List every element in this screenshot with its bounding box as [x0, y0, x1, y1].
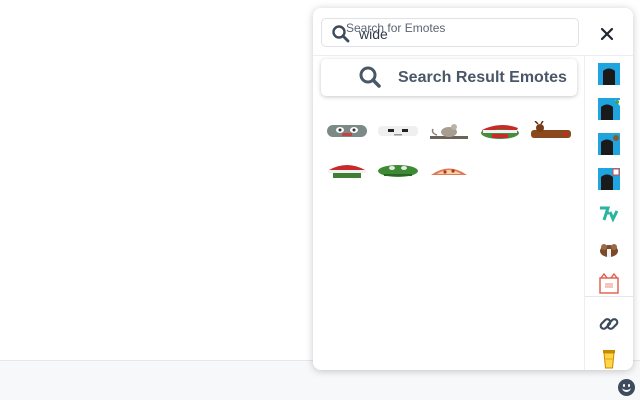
link-icon[interactable]: [598, 313, 620, 335]
emote-set-rail: [584, 56, 633, 370]
rail-divider: [585, 296, 633, 297]
emote-wide-rat[interactable]: [427, 121, 471, 141]
results-area: Search Result Emotes: [313, 56, 584, 370]
calendar-cat-icon[interactable]: [598, 273, 620, 295]
search-icon: [359, 66, 381, 88]
search-input[interactable]: [359, 25, 559, 43]
emote-wide-santa-hat[interactable]: [325, 160, 369, 180]
emote-wide-monka[interactable]: [325, 121, 369, 141]
emote-menu-button[interactable]: [618, 379, 635, 396]
page: Search for Emotes Search Result Emotes: [0, 0, 640, 400]
emote-wide-reindeer[interactable]: [529, 121, 573, 141]
channel-emote-icon[interactable]: [598, 63, 620, 85]
bttv-icon[interactable]: [598, 238, 620, 260]
search-result-emotes-button[interactable]: Search Result Emotes: [321, 59, 577, 96]
emote-wide-pizza[interactable]: [427, 160, 471, 180]
search-icon: [332, 25, 350, 43]
channel-emote-heart-icon[interactable]: [598, 98, 620, 120]
search-result-label: Search Result Emotes: [398, 69, 567, 86]
channel-emote-cookie-icon[interactable]: [598, 133, 620, 155]
search-header: Search for Emotes: [313, 8, 633, 56]
emote-wide-peepo[interactable]: [376, 160, 420, 180]
cup-icon[interactable]: [598, 348, 620, 370]
smiley-mouth: [622, 387, 631, 392]
channel-emote-calendar-icon[interactable]: [598, 168, 620, 190]
seventv-icon[interactable]: [598, 203, 620, 225]
emote-wide-santa-pepe[interactable]: [478, 121, 522, 141]
emote-wide-stare[interactable]: [376, 121, 420, 141]
emote-picker-panel: Search for Emotes Search Result Emotes: [313, 8, 633, 370]
close-icon[interactable]: [597, 24, 617, 44]
